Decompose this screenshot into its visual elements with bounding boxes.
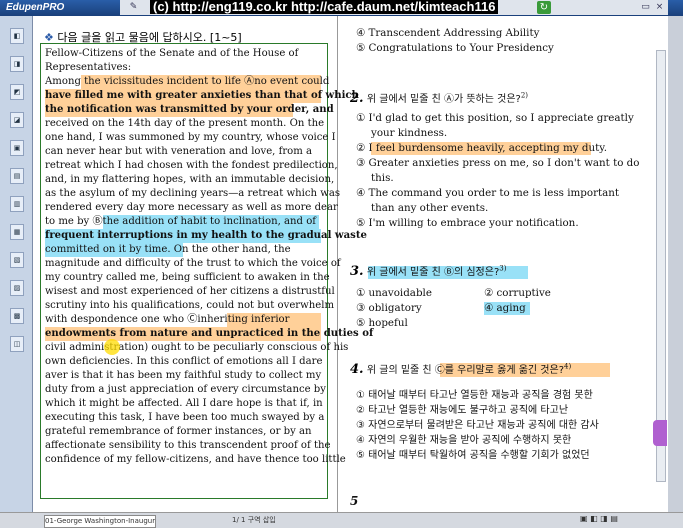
passage-line: the notification was transmitted by your… [45, 104, 334, 115]
tool-4-icon[interactable]: ◪ [10, 112, 24, 128]
side-tab[interactable] [653, 420, 667, 446]
status-icons: ▣ ◧ ◨ ▤ [580, 514, 618, 523]
tool-3-icon[interactable]: ◩ [10, 84, 24, 100]
passage-line: aver is that it has been my faithful stu… [45, 370, 322, 381]
passage-box: Fellow-Citizens of the Senate and of the… [40, 43, 373, 499]
passage-line: Fellow-Citizens of the Senate and of the… [45, 48, 299, 59]
status-bar: 01-George Washington-Inaugural... 1/ 1 구… [0, 512, 683, 528]
q3-option: ③ obligatory [356, 302, 422, 314]
app-brand: EdupenPRO [6, 2, 65, 13]
watermark-text: (c) http://eng119.co.kr http://cafe.daum… [150, 0, 499, 14]
q3-points: 3) [499, 264, 507, 273]
passage-line: can never hear but with veneration and l… [45, 146, 313, 157]
passage-line: scrutiny into his qualifications, could … [45, 300, 335, 311]
passage-line: retreat which I had chosen with the fond… [45, 160, 338, 171]
passage-line: magnitude and difficulty of the trust to… [45, 258, 341, 269]
q4-points: 4) [564, 362, 572, 371]
right-panel [668, 16, 683, 527]
passage-line: rendered every day more necessary as wel… [45, 202, 338, 213]
passage-line: executing this task, I have been too muc… [45, 412, 325, 423]
window-close-icon[interactable]: × [654, 2, 665, 13]
passage-line: with despondence one who Ⓒinheriting inf… [45, 314, 290, 325]
passage-line: own deficiencies. In this conflict of em… [45, 356, 323, 367]
passage-line: my country called me, being sufficient t… [45, 272, 330, 283]
tool-1-icon[interactable]: ◧ [10, 28, 24, 44]
passage-line: as the asylum of my declining years—a re… [45, 188, 341, 199]
left-tool-strip: ◧ ◨ ◩ ◪ ▣ ▤ ▥ ▦ ▧ ▨ ▩ ◫ [0, 16, 33, 527]
q2-number: 2. [350, 91, 364, 106]
passage-line: Representatives: [45, 62, 132, 73]
cursor-highlight [104, 339, 120, 355]
tray-icon[interactable]: ◧ [590, 514, 598, 523]
q2-option: ④ The command you order to me is less im… [356, 187, 620, 199]
tool-10-icon[interactable]: ▨ [10, 280, 24, 296]
passage-line: confidence of my fellow-citizens, and ha… [45, 454, 346, 465]
passage-line: to me by Ⓑthe addition of habit to incli… [45, 216, 317, 227]
q5-number-partial: 5 [350, 494, 359, 508]
q2-option: ② I feel burdensome heavily, accepting m… [356, 142, 607, 154]
passage-line: duty from a just appreciation of every c… [45, 384, 326, 395]
q2-option: ⑤ I'm willing to embrace your notificati… [356, 217, 579, 229]
q4-header: 4. 위 글의 밑줄 친 Ⓒ를 우리말로 옳게 옮긴 것은?4) [350, 361, 571, 377]
passage-line: received on the 14th day of the present … [45, 118, 325, 129]
passage-line: and, in my flattering hopes, with an imm… [45, 174, 335, 185]
tool-9-icon[interactable]: ▧ [10, 252, 24, 268]
q2-option: ① I'd glad to get this position, so I ap… [356, 112, 634, 124]
tray-icon[interactable]: ▣ [580, 514, 588, 523]
q2-option: your kindness. [371, 127, 448, 139]
q3-text: 위 글에서 밑줄 친 Ⓑ의 심정은? [366, 267, 500, 278]
q3-option: ① unavoidable [356, 287, 432, 299]
refresh-icon[interactable]: ↻ [537, 1, 551, 14]
passage-line: wisest and most experienced of her citiz… [45, 286, 335, 297]
q2-option: than any other events. [371, 202, 489, 214]
q3-option: ④ aging [484, 302, 526, 314]
q1-option-4: ④ Transcendent Addressing Ability [356, 27, 540, 39]
q2-option: ③ Greater anxieties press on me, so I do… [356, 157, 640, 169]
passage-line: which it might be affected. All I dare h… [45, 398, 323, 409]
tray-icon[interactable]: ▤ [610, 514, 618, 523]
passage-line: affectionate sensibility to this transce… [45, 440, 331, 451]
tray-icon[interactable]: ◨ [600, 514, 608, 523]
q3-number: 3. [350, 264, 364, 279]
passage-line: grateful remembrance of former instances… [45, 426, 312, 437]
q4-text: 위 글의 밑줄 친 Ⓒ를 우리말로 옳게 옮긴 것은? [366, 365, 564, 376]
document-tab[interactable]: 01-George Washington-Inaugural... [44, 515, 156, 528]
tool-7-icon[interactable]: ▥ [10, 196, 24, 212]
q1-option-5: ⑤ Congratulations to Your Presidency [356, 42, 554, 54]
passage-line: committed on it by time. On the other ha… [45, 244, 291, 255]
passage-line: frequent interruptions in my health to t… [45, 230, 367, 241]
passage-line: endowments from nature and unpracticed i… [45, 328, 374, 339]
q2-header: 2. 위 글에서 밑줄 친 Ⓐ가 뜻하는 것은?2) [350, 90, 528, 106]
q3-option: ② corruptive [484, 287, 551, 299]
q4-option: ⑤ 태어날 때부터 탁월하여 공직을 수행할 기회가 없었던 [356, 450, 590, 461]
tool-6-icon[interactable]: ▤ [10, 168, 24, 184]
passage-line: have filled me with greater anxieties th… [45, 90, 359, 101]
tool-8-icon[interactable]: ▦ [10, 224, 24, 240]
q4-option: ① 태어날 때부터 타고난 열등한 재능과 공직을 경험 못한 [356, 390, 593, 401]
passage-line: one hand, I was summoned by my country, … [45, 132, 336, 143]
vertical-scrollbar[interactable] [656, 50, 666, 482]
q4-number: 4. [350, 362, 364, 377]
page-indicator: 1/ 1 구역 삽입 [232, 516, 276, 524]
tool-11-icon[interactable]: ▩ [10, 308, 24, 324]
q3-option: ⑤ hopeful [356, 317, 408, 329]
window-min-icon[interactable]: ▭ [640, 2, 651, 13]
q2-text: 위 글에서 밑줄 친 Ⓐ가 뜻하는 것은? [366, 94, 521, 105]
q4-option: ③ 자연으로부터 물려받은 타고난 재능과 공직에 대한 감사 [356, 420, 599, 431]
tool-5-icon[interactable]: ▣ [10, 140, 24, 156]
tool-12-icon[interactable]: ◫ [10, 336, 24, 352]
passage-line: Among the vicissitudes incident to life … [45, 76, 330, 87]
passage-line: civil administration) ought to be peculi… [45, 342, 349, 353]
pen-icon[interactable]: ✎ [128, 2, 139, 13]
tool-2-icon[interactable]: ◨ [10, 56, 24, 72]
q2-option: this. [371, 172, 394, 184]
q4-option: ④ 자연의 우월한 재능을 받아 공직에 수행하지 못한 [356, 435, 572, 446]
q2-points: 2) [520, 91, 529, 100]
q3-header: 3. 위 글에서 밑줄 친 Ⓑ의 심정은?3) [350, 263, 506, 279]
q4-option: ② 타고난 열등한 재능에도 불구하고 공직에 타고난 [356, 405, 569, 416]
